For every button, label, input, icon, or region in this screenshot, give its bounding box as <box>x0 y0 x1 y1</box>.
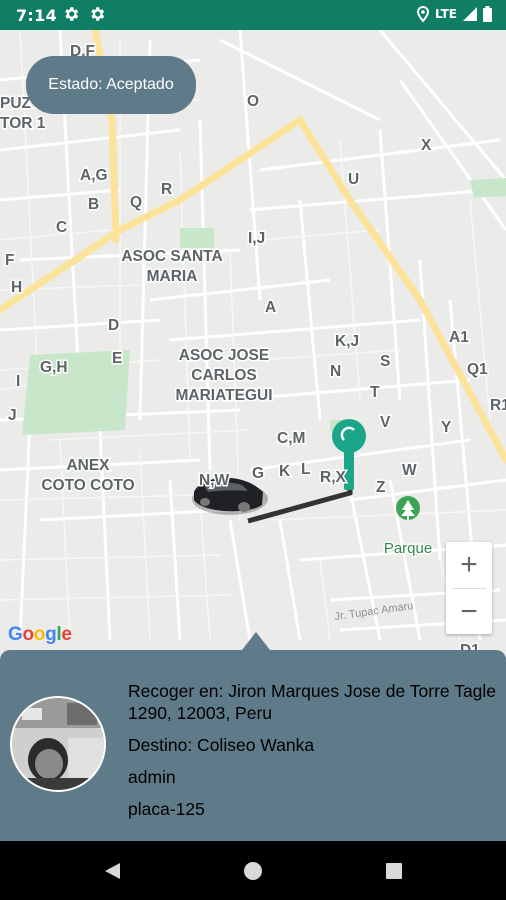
map-label: F <box>5 252 14 269</box>
map-label: K,J <box>335 333 359 350</box>
map-label: A1 <box>449 329 469 346</box>
recents-icon[interactable] <box>384 861 404 881</box>
zoom-out-button[interactable]: − <box>446 589 492 635</box>
map-label: V <box>380 414 391 431</box>
map-canvas: D,F PUZ TOR 1 O X A,G U R B Q C I,J ASOC… <box>0 30 506 650</box>
location-icon <box>416 6 429 22</box>
map-label: I,J <box>248 230 265 247</box>
pickup-address: Recoger en: Jiron Marques Jose de Torre … <box>128 681 497 723</box>
map-label: ASOC SANTA <box>121 248 222 265</box>
map-label: O <box>247 93 259 110</box>
vehicle-plate: placa-125 <box>128 799 205 819</box>
map-label: K <box>279 463 291 480</box>
map-label: N,W <box>199 472 230 489</box>
map-label: E <box>112 350 122 367</box>
signal-icon <box>463 7 477 21</box>
map-label: R1 <box>490 397 506 414</box>
avatar[interactable] <box>10 696 106 792</box>
status-toast: Estado: Aceptado <box>26 56 196 114</box>
map-label: C,M <box>277 430 305 447</box>
logo-letter: o <box>22 624 34 645</box>
google-logo: Google <box>8 624 72 646</box>
map-label: W <box>402 462 417 479</box>
park-icon <box>396 496 420 520</box>
map-label: J <box>8 407 17 424</box>
gear-icon <box>65 7 79 21</box>
map-label: Q <box>130 194 142 211</box>
map-label: TOR 1 <box>0 115 46 132</box>
map-label: I <box>16 373 20 390</box>
logo-letter: g <box>45 624 57 645</box>
map-label: MARIA <box>147 268 198 285</box>
map-label: C <box>56 219 67 236</box>
logo-letter: e <box>61 624 72 645</box>
logo-letter: G <box>8 624 23 645</box>
network-type: LTE <box>434 7 457 21</box>
gear-icon <box>91 7 105 21</box>
map-label: L <box>301 461 310 478</box>
map-label: A <box>265 299 276 316</box>
panel-pointer <box>242 632 270 650</box>
map-label: D1 <box>460 642 480 650</box>
map-label: T <box>370 384 380 401</box>
map-label: R,X <box>320 469 347 486</box>
map-label: H <box>11 279 22 296</box>
map-label: U <box>348 171 359 188</box>
map-label: PUZ <box>0 95 32 112</box>
map-label: ANEX <box>66 457 110 474</box>
logo-letter: o <box>33 624 46 645</box>
avatar-photo <box>12 698 104 790</box>
trip-details: Recoger en: Jiron Marques Jose de Torre … <box>128 680 498 830</box>
map-label: R <box>161 181 172 198</box>
map-label: MARIATEGUI <box>175 387 272 404</box>
navigation-bar <box>0 841 506 900</box>
map-label: G <box>252 465 264 482</box>
map-label: Z <box>376 479 386 496</box>
map-label: B <box>88 196 99 213</box>
park-label: Parque <box>384 540 432 557</box>
destination-text: Destino: Coliseo Wanka <box>128 735 315 755</box>
map-label: S <box>380 353 390 370</box>
status-bar: 7:14 LTE <box>0 0 506 30</box>
map-label: A,G <box>80 167 108 184</box>
map-label: X <box>421 137 432 154</box>
map-label: COTO COTO <box>41 477 134 494</box>
user-name: admin <box>128 767 176 787</box>
back-icon[interactable] <box>102 861 122 881</box>
map-label: CARLOS <box>191 367 256 384</box>
home-icon[interactable] <box>243 861 263 881</box>
map-label: Q1 <box>467 361 488 378</box>
map-label: G,H <box>40 359 68 376</box>
map-view[interactable]: D,F PUZ TOR 1 O X A,G U R B Q C I,J ASOC… <box>0 30 506 650</box>
map-label: Y <box>441 419 452 436</box>
map-label: ASOC JOSE <box>179 347 269 364</box>
map-label: N <box>330 363 341 380</box>
status-toast-text: Estado: Aceptado <box>48 76 174 93</box>
status-time: 7:14 <box>16 6 57 25</box>
battery-icon <box>483 6 492 22</box>
map-label: D <box>108 317 119 334</box>
zoom-controls: + − <box>446 542 492 634</box>
zoom-in-button[interactable]: + <box>446 542 492 588</box>
